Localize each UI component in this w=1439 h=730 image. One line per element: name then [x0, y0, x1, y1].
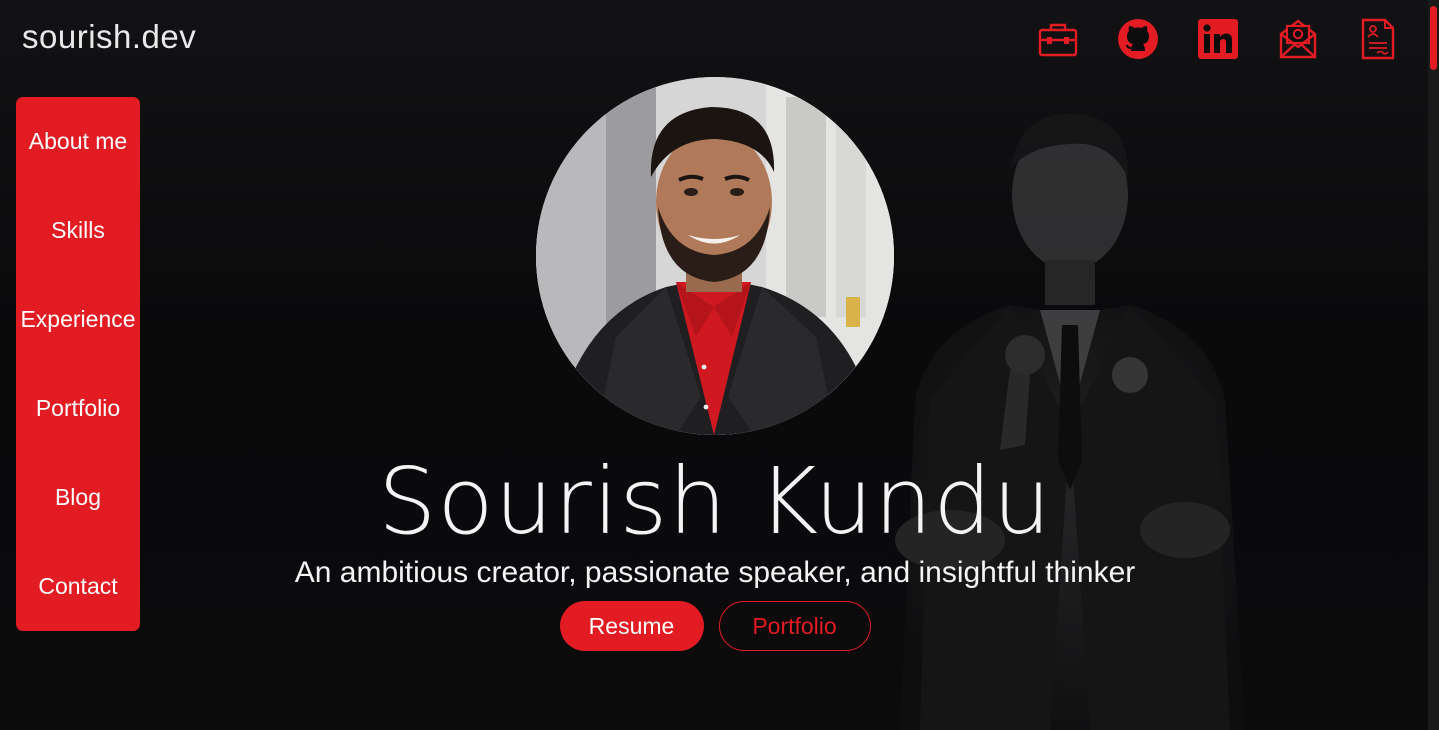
- page-scrollbar[interactable]: [1428, 0, 1439, 730]
- portfolio-briefcase-icon[interactable]: [1037, 18, 1079, 60]
- hero-actions: Resume Portfolio: [0, 601, 1430, 651]
- portfolio-button[interactable]: Portfolio: [718, 601, 871, 651]
- site-brand[interactable]: sourish.dev: [22, 18, 196, 56]
- hero-name: Sourish Kundu: [0, 448, 1430, 555]
- hero-tagline: An ambitious creator, passionate speaker…: [294, 556, 1136, 589]
- scrollbar-thumb[interactable]: [1430, 6, 1437, 70]
- social-links: [1037, 18, 1399, 60]
- page: sourish.dev About me Skills Experience P…: [0, 0, 1439, 730]
- profile-photo: [536, 77, 894, 435]
- email-icon[interactable]: [1277, 18, 1319, 60]
- hero-name-text: Sourish Kundu: [378, 448, 1052, 555]
- nav-item-skills[interactable]: Skills: [51, 217, 105, 244]
- nav-item-experience[interactable]: Experience: [20, 306, 135, 333]
- resume-document-icon[interactable]: [1357, 18, 1399, 60]
- linkedin-icon[interactable]: [1197, 18, 1239, 60]
- nav-item-about-me[interactable]: About me: [29, 128, 127, 155]
- github-icon[interactable]: [1117, 18, 1159, 60]
- nav-item-portfolio[interactable]: Portfolio: [36, 395, 120, 422]
- resume-button[interactable]: Resume: [559, 601, 704, 651]
